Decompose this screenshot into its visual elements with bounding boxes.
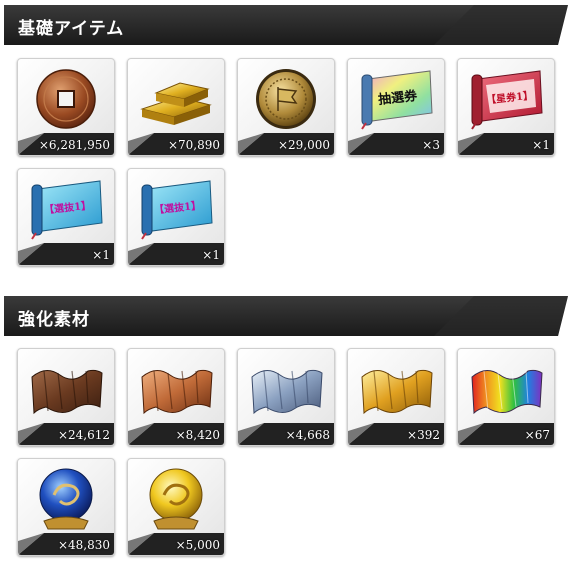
item-tile-blue-scroll[interactable]: 【選抜1】 ×1 <box>17 168 115 266</box>
section-header-enhance: 強化素材 <box>4 296 568 336</box>
rainbow-cloth-icon <box>471 369 543 415</box>
item-count: ×1 <box>92 248 110 262</box>
item-tile-blue-orb[interactable]: ×48,830 <box>17 458 115 556</box>
item-tile-red-scroll[interactable]: 【星券1】 ×1 <box>457 58 555 156</box>
item-count: ×392 <box>407 428 440 442</box>
gold-bars-icon <box>140 82 212 125</box>
coin-icon <box>36 69 96 129</box>
item-count: ×48,830 <box>57 538 110 552</box>
item-tile-gold-medal[interactable]: ×29,000 <box>237 58 335 156</box>
item-count: ×8,420 <box>175 428 220 442</box>
bronze-cloth-icon <box>141 369 213 415</box>
silver-cloth-icon <box>251 369 323 415</box>
item-count: ×29,000 <box>277 138 330 152</box>
item-count: ×1 <box>532 138 550 152</box>
item-tile-gold-bars[interactable]: ×70,890 <box>127 58 225 156</box>
gold-medal-icon <box>256 69 316 129</box>
item-tile-rainbow-cloth[interactable]: ×67 <box>457 348 555 446</box>
gold-cloth-icon <box>361 369 433 415</box>
item-count: ×6,281,950 <box>38 138 110 152</box>
item-tile-silver-cloth[interactable]: ×4,668 <box>237 348 335 446</box>
item-count: ×5,000 <box>175 538 220 552</box>
item-tile-coin[interactable]: ×6,281,950 <box>17 58 115 156</box>
item-count: ×70,890 <box>167 138 220 152</box>
item-tile-brown-cloth[interactable]: ×24,612 <box>17 348 115 446</box>
item-tile-gold-orb[interactable]: ×5,000 <box>127 458 225 556</box>
item-count: ×1 <box>202 248 220 262</box>
item-count: ×3 <box>422 138 440 152</box>
lottery-ticket-label: 抽選券 <box>377 88 418 108</box>
brown-cloth-icon <box>31 369 103 415</box>
item-count: ×24,612 <box>57 428 110 442</box>
item-count: ×67 <box>524 428 550 442</box>
section-title: 強化素材 <box>18 310 90 330</box>
item-tile-bronze-cloth[interactable]: ×8,420 <box>127 348 225 446</box>
gold-dragon-orb-icon <box>149 468 203 530</box>
item-tile-gold-cloth[interactable]: ×392 <box>347 348 445 446</box>
item-count: ×4,668 <box>285 428 330 442</box>
item-tile-blue-scroll[interactable]: 【選抜1】 ×1 <box>127 168 225 266</box>
section-header-basic: 基礎アイテム <box>4 5 568 45</box>
item-tile-lottery-ticket[interactable]: 抽選券 ×3 <box>347 58 445 156</box>
blue-dragon-orb-icon <box>39 468 93 530</box>
section-title: 基礎アイテム <box>18 19 125 39</box>
